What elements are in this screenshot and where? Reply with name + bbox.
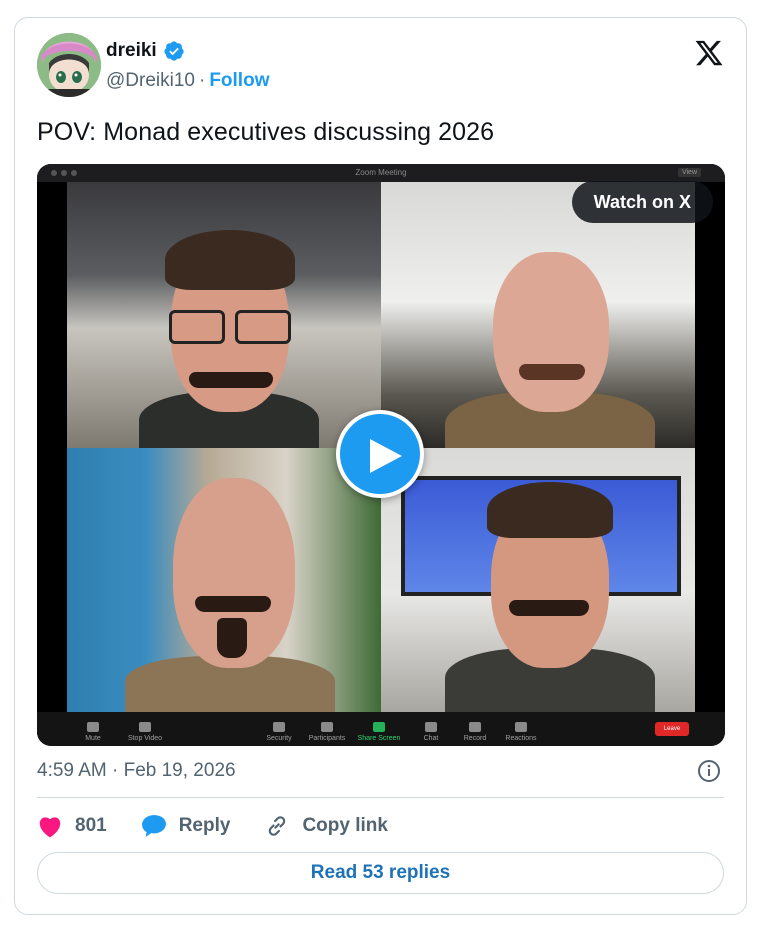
zoom-record-button: Record <box>449 722 501 742</box>
zoom-window-title: Zoom Meeting <box>355 168 407 177</box>
participant-tile-3 <box>67 448 381 712</box>
author-handle[interactable]: @Dreiki10 <box>106 70 195 92</box>
play-button[interactable] <box>336 410 424 498</box>
follow-button[interactable]: Follow <box>209 70 269 92</box>
zoom-view-label: View <box>677 168 701 177</box>
tweet-text: POV: Monad executives discussing 2026 <box>37 118 495 146</box>
verified-badge-icon <box>163 40 185 62</box>
zoom-participants-button: Participants <box>301 722 353 742</box>
video-player[interactable]: Zoom Meeting View Mute Stop Video Securi… <box>37 164 725 746</box>
tweet-actions: 801 Reply Copy link <box>37 811 422 841</box>
zoom-security-button: Security <box>253 722 305 742</box>
zoom-stop-video-button: Stop Video <box>119 722 171 742</box>
link-icon <box>264 813 290 839</box>
like-count: 801 <box>75 815 107 836</box>
reply-button[interactable]: Reply <box>141 814 231 838</box>
zoom-control-bar: Mute Stop Video Security Participants Sh… <box>37 712 725 746</box>
separator-dot: · <box>198 70 206 91</box>
zoom-share-screen-button: Share Screen <box>353 722 405 742</box>
reply-label: Reply <box>178 815 231 836</box>
info-icon[interactable] <box>697 759 721 783</box>
divider <box>37 797 724 798</box>
tweet-timestamp[interactable]: 4:59 AM · Feb 19, 2026 <box>37 760 236 782</box>
copy-link-label: Copy link <box>302 815 388 836</box>
copy-link-button[interactable]: Copy link <box>264 813 388 839</box>
like-button[interactable]: 801 <box>37 814 107 838</box>
zoom-leave-button: Leave <box>655 722 689 736</box>
participant-tile-4 <box>381 448 695 712</box>
zoom-reactions-button: Reactions <box>495 722 547 742</box>
heart-icon <box>37 814 63 838</box>
zoom-mute-button: Mute <box>67 722 119 742</box>
reply-bubble-icon <box>141 814 167 838</box>
author-display-name[interactable]: dreiki <box>106 40 157 62</box>
tweet-embed-card: dreiki @Dreiki10 · Follow POV: Monad exe… <box>14 17 747 915</box>
participant-tile-1 <box>67 182 381 448</box>
read-replies-button[interactable]: Read 53 replies <box>37 852 724 894</box>
author-name-row: dreiki <box>106 40 185 62</box>
avatar[interactable] <box>37 33 101 97</box>
zoom-title-bar: Zoom Meeting View <box>37 164 725 182</box>
watch-on-x-button[interactable]: Watch on X <box>571 181 713 223</box>
x-logo-icon[interactable] <box>694 38 724 68</box>
author-handle-row: @Dreiki10 · Follow <box>106 70 269 92</box>
play-icon <box>370 439 402 473</box>
